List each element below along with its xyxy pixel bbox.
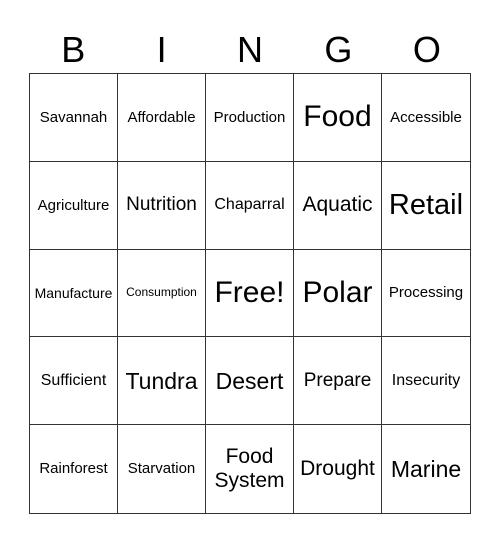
bingo-grid: Savannah Affordable Production Food Acce…: [29, 73, 471, 514]
bingo-cell[interactable]: Chaparral: [206, 161, 294, 250]
bingo-cell[interactable]: Desert: [206, 337, 294, 426]
bingo-cell[interactable]: Production: [206, 74, 294, 162]
header-letter-o: O: [412, 29, 441, 70]
bingo-cell[interactable]: Processing: [382, 250, 470, 338]
bingo-cell[interactable]: Rainforest: [30, 425, 118, 513]
bingo-cell[interactable]: Affordable: [118, 74, 206, 162]
bingo-cell[interactable]: Consumption: [118, 249, 206, 338]
bingo-cell[interactable]: Accessible: [382, 74, 470, 162]
bingo-cell[interactable]: Aquatic: [294, 161, 382, 250]
bingo-cell[interactable]: Food: [294, 74, 382, 162]
bingo-cell[interactable]: Marine: [382, 425, 470, 513]
header-letter-g: G: [324, 29, 353, 70]
bingo-cell[interactable]: Savannah: [30, 74, 118, 162]
bingo-cell[interactable]: Starvation: [118, 425, 206, 513]
bingo-cell[interactable]: Polar: [294, 249, 382, 338]
bingo-header: B I N G O: [29, 28, 471, 72]
bingo-cell[interactable]: Sufficient: [30, 337, 118, 426]
bingo-cell[interactable]: Drought: [294, 425, 382, 513]
free-space-cell[interactable]: Free!: [206, 249, 294, 338]
bingo-cell[interactable]: Prepare: [294, 337, 382, 426]
header-letter-n: N: [237, 29, 264, 70]
bingo-cell[interactable]: Tundra: [118, 337, 206, 426]
header-letter-b: B: [61, 29, 86, 70]
bingo-cell[interactable]: Manufacture: [30, 249, 118, 338]
bingo-cell[interactable]: Agriculture: [30, 161, 118, 250]
bingo-cell[interactable]: Retail: [382, 162, 470, 250]
header-letter-i: I: [156, 29, 167, 70]
bingo-cell[interactable]: Nutrition: [118, 161, 206, 250]
bingo-cell[interactable]: Food System: [206, 425, 294, 513]
bingo-cell[interactable]: Insecurity: [382, 337, 470, 426]
